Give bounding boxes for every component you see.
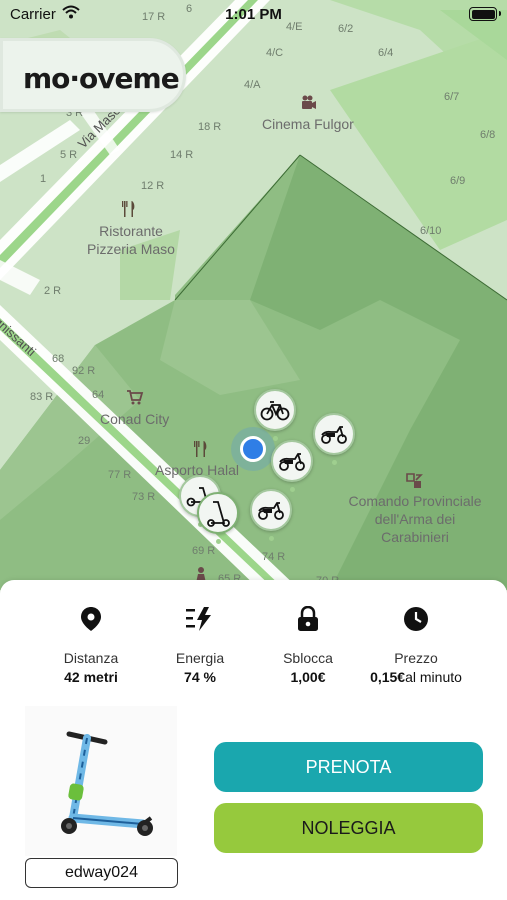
clock: 1:01 PM: [225, 6, 282, 23]
address-number: 1: [40, 173, 47, 185]
moped-icon: [258, 502, 284, 520]
moped-marker[interactable]: [250, 489, 292, 541]
address-number: 6/9: [450, 175, 466, 187]
logo-wordmark: mo·oveme: [23, 62, 180, 95]
address-number: 83 R: [30, 391, 54, 403]
poi-carabinieri-label-3[interactable]: Carabinieri: [342, 528, 488, 546]
rent-button[interactable]: NOLEGGIA: [214, 803, 483, 853]
address-number: 12 R: [141, 180, 165, 192]
moped-marker[interactable]: [271, 440, 313, 492]
address-number: 6/8: [480, 129, 496, 141]
address-number: 77 R: [108, 469, 132, 481]
book-button[interactable]: PRENOTA: [214, 742, 483, 792]
vehicle-id-label: edway024: [25, 858, 178, 888]
stat-price-unit: al minuto: [405, 669, 462, 685]
address-number: 68: [52, 353, 65, 365]
restaurant-icon: [122, 201, 135, 217]
address-number: 69 R: [192, 545, 216, 557]
address-number: 2 R: [44, 285, 62, 297]
moped-marker[interactable]: [313, 413, 355, 465]
shopping-cart-icon: [127, 390, 144, 405]
kick-scooter-icon: [207, 501, 230, 527]
address-number: 6/4: [378, 47, 394, 59]
stat-unlock-label: Sblocca: [283, 650, 333, 666]
clock-icon: [404, 607, 428, 631]
address-number: 4/A: [244, 79, 261, 91]
poi-carabinieri-label-1[interactable]: Comando Provinciale: [342, 492, 488, 510]
address-number: 29: [78, 435, 91, 447]
location-pin-icon: [81, 607, 101, 631]
poi-restaurant-label-1[interactable]: Ristorante: [83, 222, 179, 240]
takeaway-icon: [194, 441, 207, 457]
stat-energy-value: 74 %: [184, 669, 216, 685]
poi-carabinieri-label-2[interactable]: dell'Arma dei: [342, 510, 488, 528]
address-number: 14 R: [170, 149, 194, 161]
poi-cinema-label[interactable]: Cinema Fulgor: [262, 115, 354, 133]
stat-energy-label: Energia: [175, 650, 225, 666]
stat-price-label: Prezzo: [394, 650, 438, 666]
address-number: 18 R: [198, 121, 222, 133]
app-logo: mo·oveme: [0, 38, 186, 112]
lock-icon: [298, 606, 318, 631]
address-number: 74 R: [262, 551, 286, 563]
address-number: 5 R: [60, 149, 78, 161]
stat-distance-label: Distanza: [63, 650, 119, 666]
stat-unlock: Sblocca 1,00€: [248, 604, 368, 685]
poi-conad-label[interactable]: Conad City: [100, 410, 169, 428]
stat-distance: Distanza 42 metri: [31, 604, 151, 685]
stat-energy: Energia 74 %: [140, 604, 260, 685]
vehicle-detail-sheet: Distanza 42 metri Energia 74 % Sblocca 1…: [0, 580, 507, 900]
stat-price-amount: 0,15€: [370, 669, 406, 685]
stat-distance-value: 42 metri: [64, 669, 118, 685]
address-number: 64: [92, 389, 105, 401]
bicycle-icon: [260, 401, 290, 421]
moped-icon: [279, 453, 305, 471]
status-bar: Carrier 1:01 PM: [0, 0, 507, 30]
stat-unlock-value: 1,00€: [290, 669, 326, 685]
selected-scooter-marker[interactable]: [197, 492, 239, 544]
user-location-dot: [240, 436, 266, 462]
bike-marker[interactable]: [254, 389, 296, 441]
police-station-icon: [406, 473, 423, 488]
stat-price: Prezzo 0,15€al minuto: [356, 604, 476, 685]
address-number: 6/10: [420, 225, 442, 237]
battery-icon: [469, 7, 501, 21]
vehicle-image: [25, 706, 177, 856]
electric-scooter-image: [61, 731, 153, 836]
stat-price-value: 0,15€al minuto: [356, 669, 476, 685]
address-number: 4/C: [266, 47, 284, 59]
energy-bolt-icon: [186, 607, 211, 631]
cinema-icon: [302, 95, 316, 109]
moped-icon: [321, 426, 347, 444]
address-number: 73 R: [132, 491, 156, 503]
address-number: 6/7: [444, 91, 460, 103]
vehicle-stats: Distanza 42 metri Energia 74 % Sblocca 1…: [0, 604, 507, 694]
address-number: 92 R: [72, 365, 96, 377]
poi-restaurant-label-2[interactable]: Pizzeria Maso: [83, 240, 179, 258]
